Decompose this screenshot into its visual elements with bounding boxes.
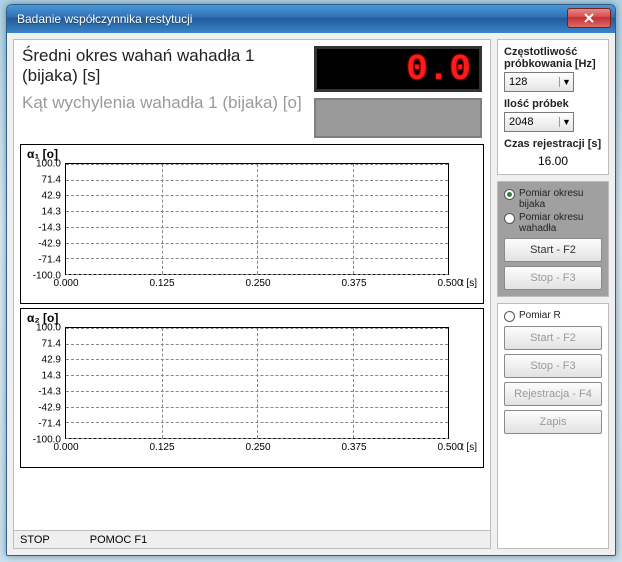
side-panel: Częstotliwość próbkowania [Hz] 128 ▼ Ilo…: [497, 39, 609, 549]
x-tick: 0.250: [245, 442, 270, 453]
radio-pomiar-r[interactable]: Pomiar R: [504, 310, 602, 322]
status-help: POMOC F1: [90, 534, 147, 546]
freq-label: Częstotliwość próbkowania [Hz]: [504, 46, 602, 70]
y-tick: 42.9: [25, 190, 61, 201]
titlebar[interactable]: Badanie współczynnika restytucji: [7, 5, 615, 33]
samples-label: Ilość próbek: [504, 98, 602, 110]
gridline: [162, 164, 163, 274]
secondary-measure-label: Kąt wychylenia wahadła 1 (bijaka) [o]: [22, 93, 308, 113]
radio-icon: [504, 189, 515, 200]
samples-value: 2048: [509, 116, 533, 128]
primary-measure-label: Średni okres wahań wahadła 1 (bijaka) [s…: [22, 46, 308, 87]
x-tick: 0.500: [437, 278, 462, 289]
radio-wahadla[interactable]: Pomiar okresu wahadła: [504, 212, 602, 234]
gridline: [66, 438, 448, 439]
x-tick: 0.000: [53, 442, 78, 453]
radio-wahadla-label: Pomiar okresu wahadła: [519, 212, 602, 234]
x-tick: 0.000: [53, 278, 78, 289]
y-tick: -71.4: [25, 254, 61, 265]
radio-pomiar-r-label: Pomiar R: [519, 310, 561, 321]
time-label: Czas rejestracji [s]: [504, 138, 602, 150]
reg-start-button[interactable]: Start - F2: [504, 326, 602, 350]
radio-icon: [504, 311, 515, 322]
status-state: STOP: [20, 534, 50, 546]
x-tick: 0.375: [341, 442, 366, 453]
y-tick: -42.9: [25, 403, 61, 414]
x-tick: 0.250: [245, 278, 270, 289]
y-tick: 71.4: [25, 175, 61, 186]
window-title: Badanie współczynnika restytucji: [17, 12, 192, 26]
primary-measure-display: 0.0: [314, 46, 482, 92]
y-tick: 42.9: [25, 354, 61, 365]
gridline: [353, 328, 354, 438]
secondary-measure-display: [314, 98, 482, 138]
charts-area: α₁ [o] t [s] -100.0-71.4-42.9-14.314.342…: [14, 140, 490, 530]
radio-icon: [504, 213, 515, 224]
y-tick: -71.4: [25, 418, 61, 429]
chart2-xlabel: t [s]: [461, 442, 477, 453]
reg-save-button[interactable]: Zapis: [504, 410, 602, 434]
registration-panel: Pomiar R Start - F2 Stop - F3 Rejestracj…: [497, 303, 609, 549]
sampling-panel: Częstotliwość próbkowania [Hz] 128 ▼ Ilo…: [497, 39, 609, 175]
y-tick: -42.9: [25, 239, 61, 250]
y-tick: -14.3: [25, 223, 61, 234]
radio-bijaka-label: Pomiar okresu bijaka: [519, 188, 602, 210]
radio-bijaka[interactable]: Pomiar okresu bijaka: [504, 188, 602, 210]
y-tick: 14.3: [25, 370, 61, 381]
chart1-plot: [65, 163, 449, 275]
reg-stop-button[interactable]: Stop - F3: [504, 354, 602, 378]
gridline: [257, 328, 258, 438]
gridline: [66, 274, 448, 275]
app-window: Badanie współczynnika restytucji Średni …: [6, 4, 616, 556]
freq-value: 128: [509, 76, 527, 88]
chart2-plot: [65, 327, 449, 439]
y-tick: -14.3: [25, 387, 61, 398]
chart-alpha2: α₂ [o] t [s] -100.0-71.4-42.9-14.314.342…: [20, 308, 484, 468]
gridline: [162, 328, 163, 438]
samples-dropdown[interactable]: 2048 ▼: [504, 112, 574, 132]
y-tick: 71.4: [25, 339, 61, 350]
y-tick: 14.3: [25, 206, 61, 217]
acquisition-panel: Pomiar okresu bijaka Pomiar okresu wahad…: [497, 181, 609, 297]
acq-start-button[interactable]: Start - F2: [504, 238, 602, 262]
close-icon: [584, 13, 594, 23]
freq-dropdown[interactable]: 128 ▼: [504, 72, 574, 92]
x-tick: 0.500: [437, 442, 462, 453]
gridline: [353, 164, 354, 274]
x-tick: 0.375: [341, 278, 366, 289]
chart1-xlabel: t [s]: [461, 278, 477, 289]
y-tick: 100.0: [25, 323, 61, 334]
main-panel: Średni okres wahań wahadła 1 (bijaka) [s…: [13, 39, 491, 549]
acq-stop-button[interactable]: Stop - F3: [504, 266, 602, 290]
time-value: 16.00: [504, 154, 602, 168]
x-tick: 0.125: [149, 278, 174, 289]
y-tick: 100.0: [25, 159, 61, 170]
status-bar: STOP POMOC F1: [14, 530, 490, 548]
close-button[interactable]: [567, 8, 611, 28]
chart-alpha1: α₁ [o] t [s] -100.0-71.4-42.9-14.314.342…: [20, 144, 484, 304]
reg-record-button[interactable]: Rejestracja - F4: [504, 382, 602, 406]
chevron-down-icon: ▼: [559, 77, 573, 87]
x-tick: 0.125: [149, 442, 174, 453]
chevron-down-icon: ▼: [559, 117, 573, 127]
gridline: [257, 164, 258, 274]
